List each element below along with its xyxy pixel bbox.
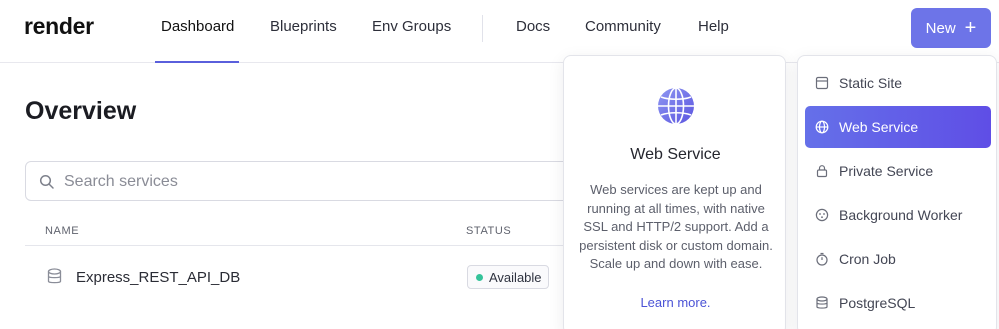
nav-docs[interactable]: Docs	[516, 18, 550, 35]
render-logo[interactable]: render	[24, 13, 94, 40]
menu-item-label: Private Service	[839, 163, 934, 179]
search-icon	[39, 174, 54, 189]
column-header-status[interactable]: STATUS	[466, 225, 511, 237]
plus-icon: +	[964, 17, 977, 39]
nav-dashboard[interactable]: Dashboard	[161, 18, 234, 35]
nav-help[interactable]: Help	[698, 18, 729, 35]
globe-icon	[658, 87, 694, 125]
new-button[interactable]: New +	[911, 8, 991, 48]
menu-item-label: PostgreSQL	[839, 295, 916, 311]
info-card-description: Web services are kept up and running at …	[579, 182, 773, 272]
menu-item-web-service[interactable]: Web Service	[805, 106, 991, 148]
menu-item-label: Background Worker	[839, 207, 963, 223]
nav-community[interactable]: Community	[585, 18, 661, 35]
menu-item-private-service[interactable]: Private Service	[805, 150, 991, 192]
menu-item-label: Cron Job	[839, 251, 896, 267]
menu-item-label: Web Service	[839, 119, 919, 135]
search-placeholder: Search services	[64, 173, 178, 190]
database-icon	[816, 296, 828, 309]
database-icon	[47, 268, 62, 284]
service-name-link[interactable]: Express_REST_API_DB	[76, 269, 240, 286]
menu-item-static-site[interactable]: Static Site	[805, 62, 991, 104]
lock-icon	[816, 165, 828, 178]
nav-env-groups[interactable]: Env Groups	[372, 18, 451, 35]
nav-blueprints[interactable]: Blueprints	[270, 18, 337, 35]
cog-icon	[815, 208, 829, 222]
menu-item-postgresql[interactable]: PostgreSQL	[805, 282, 991, 324]
learn-more-link[interactable]: Learn more.	[564, 295, 787, 310]
table-header-divider	[25, 245, 625, 246]
menu-item-background-worker[interactable]: Background Worker	[805, 194, 991, 236]
new-button-label: New	[925, 19, 956, 37]
status-dot	[476, 273, 483, 281]
service-info-card: Web Service Web services are kept up and…	[563, 55, 786, 329]
column-header-name[interactable]: NAME	[45, 225, 79, 237]
search-input[interactable]: Search services	[25, 161, 625, 201]
status-label: Available	[489, 269, 542, 285]
nav-divider	[482, 15, 483, 42]
globe-icon	[815, 120, 829, 134]
info-card-title: Web Service	[630, 146, 721, 163]
page-title: Overview	[25, 97, 137, 125]
top-navigation-bar: render Dashboard Blueprints Env Groups D…	[0, 0, 999, 63]
menu-item-cron-job[interactable]: Cron Job	[805, 238, 991, 280]
stopwatch-icon	[816, 252, 828, 266]
status-badge: Available	[467, 265, 549, 289]
new-service-menu: Static Site Web Service Private Service …	[797, 55, 997, 329]
browser-window-icon	[815, 76, 829, 90]
active-nav-indicator	[155, 61, 239, 63]
menu-item-label: Static Site	[839, 75, 903, 91]
